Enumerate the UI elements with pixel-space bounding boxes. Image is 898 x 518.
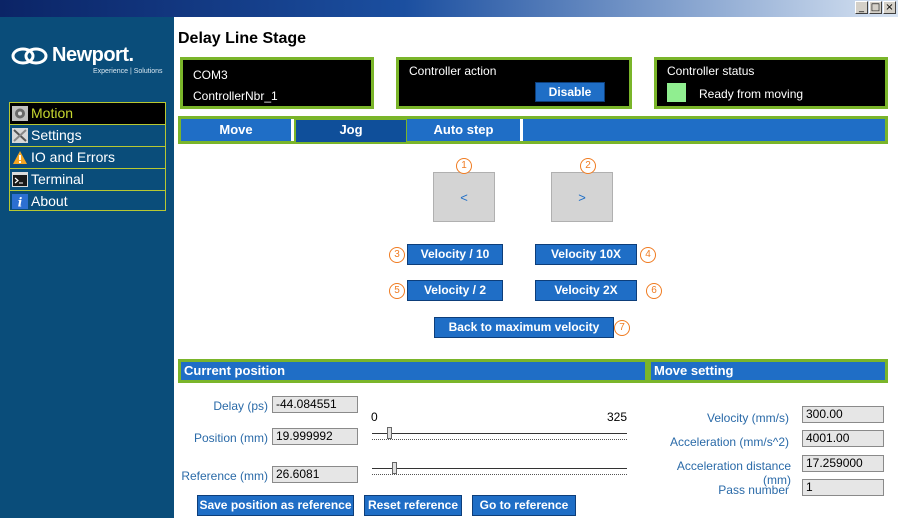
velocity-div10-button[interactable]: Velocity / 10 bbox=[407, 244, 503, 265]
move-setting-header: Move setting bbox=[648, 359, 888, 383]
badge-3: 3 bbox=[389, 247, 405, 263]
badge-6: 6 bbox=[646, 283, 662, 299]
sidebar-item-label: IO and Errors bbox=[31, 149, 116, 165]
controller-name: ControllerNbr_1 bbox=[193, 89, 278, 103]
velocity-10x-button[interactable]: Velocity 10X bbox=[535, 244, 637, 265]
controller-status-panel: Controller status Ready from moving bbox=[654, 57, 888, 109]
sidebar-item-label: Terminal bbox=[31, 171, 84, 187]
pass-number-field[interactable]: 1 bbox=[802, 479, 884, 496]
sidebar-item-settings[interactable]: Settings bbox=[10, 125, 165, 147]
slider-track bbox=[372, 468, 627, 469]
status-text: Ready from moving bbox=[699, 87, 804, 101]
controller-status-label: Controller status bbox=[667, 64, 755, 78]
badge-2: 2 bbox=[580, 158, 596, 174]
go-to-reference-button[interactable]: Go to reference bbox=[472, 495, 576, 516]
jog-right-button[interactable]: > bbox=[551, 172, 613, 222]
sidebar-item-motion[interactable]: Motion bbox=[10, 103, 165, 125]
slider-min-label: 0 bbox=[371, 410, 378, 424]
velocity-div2-button[interactable]: Velocity / 2 bbox=[407, 280, 503, 301]
warning-icon bbox=[13, 151, 27, 164]
window-title-bar bbox=[0, 0, 898, 17]
velocity-label: Velocity (mm/s) bbox=[706, 411, 789, 425]
delay-field[interactable]: -44.084551 bbox=[272, 396, 358, 413]
slider-max-label: 325 bbox=[607, 410, 628, 424]
com-port: COM3 bbox=[193, 68, 228, 82]
back-to-max-velocity-button[interactable]: Back to maximum velocity bbox=[434, 317, 614, 338]
brand-name: Newport. bbox=[52, 44, 134, 66]
terminal-icon bbox=[12, 172, 28, 187]
tab-jog[interactable]: Jog bbox=[294, 118, 408, 144]
pass-number-label: Pass number bbox=[718, 483, 789, 497]
badge-7: 7 bbox=[614, 320, 630, 336]
sidebar bbox=[0, 17, 174, 518]
reference-slider[interactable] bbox=[372, 462, 627, 478]
position-slider[interactable] bbox=[372, 427, 627, 443]
slider-thumb[interactable] bbox=[392, 462, 397, 474]
connection-panel: COM3 ControllerNbr_1 bbox=[180, 57, 374, 109]
brand-tagline: Experience | Solutions bbox=[93, 68, 163, 75]
tab-bar: Move Jog Auto step bbox=[178, 116, 888, 144]
newport-logo-icon bbox=[11, 47, 48, 65]
delay-label: Delay (ps) bbox=[213, 399, 268, 413]
close-button[interactable]: × bbox=[883, 1, 896, 14]
page-title: Delay Line Stage bbox=[178, 30, 307, 47]
reference-field[interactable]: 26.6081 bbox=[272, 466, 358, 483]
save-as-reference-button[interactable]: Save position as reference bbox=[197, 495, 354, 516]
badge-5: 5 bbox=[389, 283, 405, 299]
tab-move[interactable]: Move bbox=[181, 119, 291, 141]
slider-thumb[interactable] bbox=[387, 427, 392, 439]
minimize-button[interactable]: _ bbox=[855, 1, 868, 14]
slider-ticks bbox=[372, 437, 627, 440]
sidebar-item-label: About bbox=[31, 193, 68, 209]
badge-1: 1 bbox=[456, 158, 472, 174]
sidebar-item-label: Motion bbox=[31, 105, 74, 121]
slider-track bbox=[372, 433, 627, 434]
gear-icon bbox=[12, 106, 28, 121]
jog-left-button[interactable]: < bbox=[433, 172, 495, 222]
controller-action-panel: Controller action Disable bbox=[396, 57, 632, 109]
badge-4: 4 bbox=[640, 247, 656, 263]
reference-label: Reference (mm) bbox=[181, 469, 268, 483]
svg-text:i: i bbox=[18, 196, 23, 210]
disable-button[interactable]: Disable bbox=[535, 82, 605, 102]
sidebar-item-about[interactable]: i About bbox=[10, 191, 165, 212]
sidebar-item-label: Settings bbox=[31, 127, 82, 143]
acceleration-label: Acceleration (mm/s^2) bbox=[670, 435, 789, 449]
position-label: Position (mm) bbox=[193, 431, 268, 445]
sidebar-nav: Motion Settings IO and Errors Terminal i… bbox=[9, 102, 166, 211]
info-icon: i bbox=[12, 194, 28, 209]
controller-action-label: Controller action bbox=[409, 64, 497, 78]
velocity-field[interactable]: 300.00 bbox=[802, 406, 884, 423]
tab-auto-step[interactable]: Auto step bbox=[407, 119, 520, 141]
tools-icon bbox=[12, 128, 28, 143]
sidebar-item-io-errors[interactable]: IO and Errors bbox=[10, 147, 165, 169]
reset-reference-button[interactable]: Reset reference bbox=[364, 495, 462, 516]
status-indicator bbox=[667, 83, 686, 102]
accel-distance-field[interactable]: 17.259000 bbox=[802, 455, 884, 472]
acceleration-field[interactable]: 4001.00 bbox=[802, 430, 884, 447]
maximize-button[interactable]: □ bbox=[869, 1, 882, 14]
position-field[interactable]: 19.999992 bbox=[272, 428, 358, 445]
sidebar-item-terminal[interactable]: Terminal bbox=[10, 169, 165, 191]
current-position-header: Current position bbox=[178, 359, 648, 383]
velocity-2x-button[interactable]: Velocity 2X bbox=[535, 280, 637, 301]
tab-bar-filler bbox=[523, 119, 885, 141]
slider-ticks bbox=[372, 472, 627, 475]
